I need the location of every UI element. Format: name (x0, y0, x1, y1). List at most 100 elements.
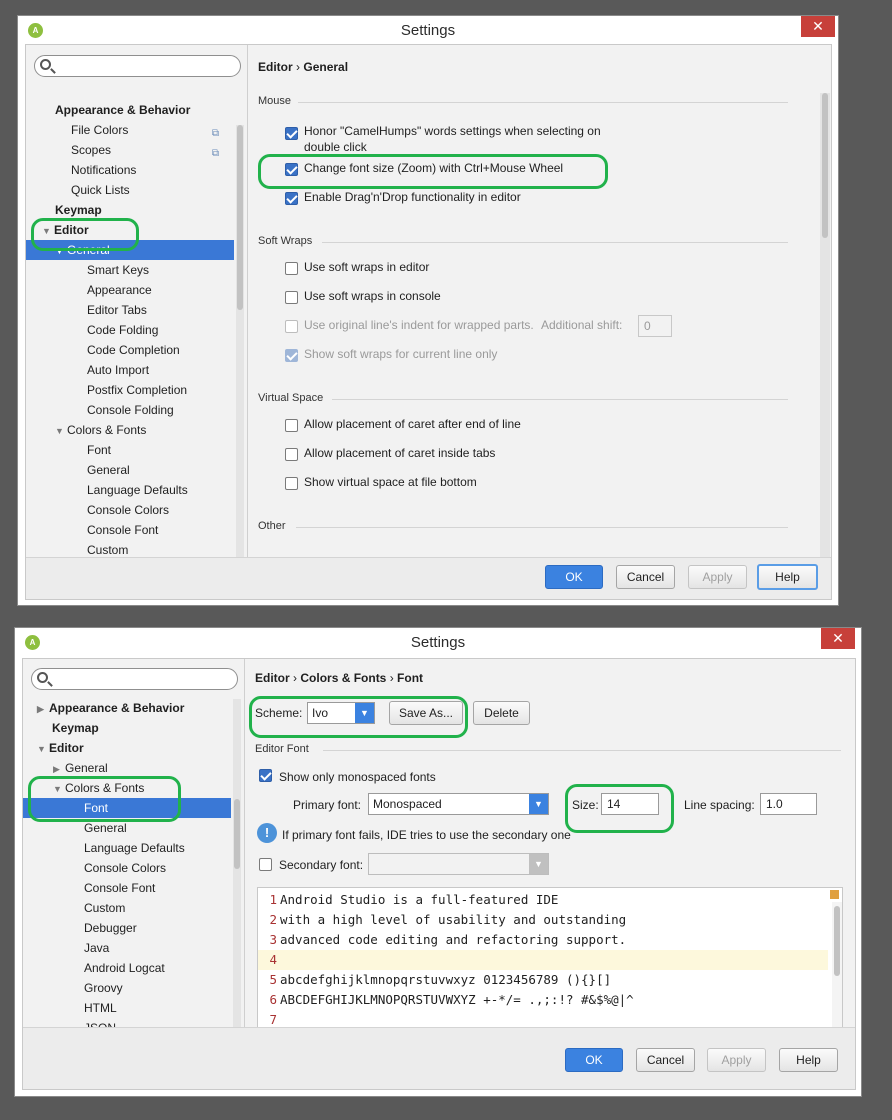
tree-item-groovy[interactable]: Groovy (84, 978, 123, 998)
show-wraps-label: Show soft wraps for current line only (304, 347, 498, 361)
tree-item-appearance[interactable]: Appearance (87, 280, 152, 300)
preview-scrollbar[interactable] (832, 902, 842, 1028)
camelhumps-checkbox[interactable] (285, 127, 298, 140)
apply-button[interactable]: Apply (707, 1048, 766, 1072)
expand-down-icon[interactable]: ▼ (53, 779, 65, 799)
soft-wrap-editor-checkbox[interactable] (285, 262, 298, 275)
tree-scrollbar-thumb[interactable] (234, 799, 240, 869)
tree-item-postfix-completion[interactable]: Postfix Completion (87, 380, 187, 400)
tree-item-android-logcat[interactable]: Android Logcat (84, 958, 165, 978)
tree-item-console-font[interactable]: Console Font (87, 520, 158, 540)
tree-item-label: Quick Lists (71, 183, 130, 197)
tree-item-auto-import[interactable]: Auto Import (87, 360, 149, 380)
dragdrop-checkbox[interactable] (285, 192, 298, 205)
tree-item-debugger[interactable]: Debugger (84, 918, 137, 938)
help-button[interactable]: Help (779, 1048, 838, 1072)
monospaced-checkbox[interactable] (259, 769, 272, 782)
title-bar[interactable]: A Settings ✕ (18, 16, 838, 46)
secondary-font-dropdown[interactable]: ▼ (368, 853, 549, 875)
tree-item-keymap[interactable]: Keymap (52, 718, 99, 738)
tree-scrollbar[interactable] (236, 125, 244, 559)
font-preview-editor[interactable]: 1 Android Studio is a full-featured IDE 2 w… (257, 887, 843, 1029)
tree-item-console-colors[interactable]: Console Colors (84, 858, 166, 878)
help-button[interactable]: Help (757, 564, 818, 590)
line-spacing-field[interactable]: 1.0 (760, 793, 817, 815)
expand-down-icon[interactable]: ▼ (55, 421, 67, 441)
show-wraps-checkbox[interactable] (285, 349, 298, 362)
tree-item-general[interactable]: ▶ General (53, 758, 108, 778)
delete-button[interactable]: Delete (473, 701, 530, 725)
tree-item-colors-fonts[interactable]: ▼ Colors & Fonts (53, 778, 144, 798)
tree-item-label: Keymap (55, 203, 102, 217)
ok-button[interactable]: OK (565, 1048, 623, 1072)
soft-wrap-console-checkbox[interactable] (285, 291, 298, 304)
tree-item-custom[interactable]: Custom (84, 898, 125, 918)
dialog-body: Appearance & Behavior File Colors ⧉ Scopes ⧉… (25, 44, 832, 600)
expand-down-icon[interactable]: ▼ (37, 739, 49, 759)
cancel-button[interactable]: Cancel (616, 565, 675, 589)
chevron-down-icon: ▼ (355, 703, 374, 723)
expand-down-icon[interactable]: ▼ (55, 241, 67, 261)
tree-item-smart-keys[interactable]: Smart Keys (87, 260, 149, 280)
tree-item-editor-tabs[interactable]: Editor Tabs (87, 300, 147, 320)
scheme-dropdown[interactable]: Ivo ▼ (307, 702, 375, 724)
close-button[interactable]: ✕ (801, 16, 835, 37)
caret-tabs-checkbox[interactable] (285, 448, 298, 461)
tree-item-console-colors[interactable]: Console Colors (87, 500, 169, 520)
expand-down-icon[interactable]: ▼ (42, 221, 54, 241)
tree-item-font[interactable]: Font (87, 440, 111, 460)
tree-item-general[interactable]: ▼ General (26, 240, 234, 260)
save-as-button[interactable]: Save As... (389, 701, 463, 725)
tree-item-editor[interactable]: ▼ Editor (37, 738, 84, 758)
tree-scrollbar-thumb[interactable] (237, 125, 243, 310)
tree-item-general[interactable]: General (84, 818, 127, 838)
tree-item-scopes[interactable]: Scopes ⧉ (71, 140, 231, 160)
apply-button[interactable]: Apply (688, 565, 747, 589)
tree-item-language-defaults[interactable]: Language Defaults (87, 480, 188, 500)
tree-item-java[interactable]: Java (84, 938, 109, 958)
tree-item-file-colors[interactable]: File Colors ⧉ (71, 120, 231, 140)
tree-item-html[interactable]: HTML (84, 998, 117, 1018)
content-scrollbar-thumb[interactable] (822, 93, 828, 238)
tree-item-colors-fonts[interactable]: ▼ Colors & Fonts (55, 420, 146, 440)
line-number: 3 (269, 932, 277, 947)
tree-item-console-folding[interactable]: Console Folding (87, 400, 174, 420)
expand-right-icon[interactable]: ▶ (37, 699, 49, 719)
wrap-indent-checkbox[interactable] (285, 320, 298, 333)
content-scrollbar[interactable] (820, 93, 830, 559)
ok-button[interactable]: OK (545, 565, 603, 589)
size-field[interactable]: 14 (601, 793, 659, 815)
close-button[interactable]: ✕ (821, 628, 855, 649)
tree-item-code-completion[interactable]: Code Completion (87, 340, 180, 360)
tree-item-notifications[interactable]: Notifications (71, 160, 136, 180)
tree-item-editor[interactable]: ▼ Editor (42, 220, 89, 240)
breadcrumb-general: General (303, 60, 349, 74)
primary-font-dropdown[interactable]: Monospaced ▼ (368, 793, 549, 815)
search-input[interactable] (31, 668, 238, 690)
caret-end-checkbox[interactable] (285, 419, 298, 432)
dialog-footer: OK Cancel Apply Help (26, 557, 831, 599)
tree-item-quick-lists[interactable]: Quick Lists (71, 180, 130, 200)
preview-scrollbar-thumb[interactable] (834, 906, 840, 976)
tree-item-code-folding[interactable]: Code Folding (87, 320, 158, 340)
cancel-button[interactable]: Cancel (636, 1048, 695, 1072)
wrap-indent-label: Use original line's indent for wrapped p… (304, 318, 534, 332)
tree-item-appearance-behavior[interactable]: Appearance & Behavior (55, 100, 190, 120)
search-input[interactable] (34, 55, 241, 77)
additional-shift-field[interactable]: 0 (638, 315, 672, 337)
tree-item-appearance-behavior[interactable]: ▶ Appearance & Behavior (37, 698, 184, 718)
tree-item-console-font[interactable]: Console Font (84, 878, 155, 898)
tree-scrollbar[interactable] (233, 699, 241, 1029)
tree-item-font[interactable]: Font (23, 798, 231, 818)
tree-item-language-defaults[interactable]: Language Defaults (84, 838, 185, 858)
tree-item-general[interactable]: General (87, 460, 130, 480)
line-number: 6 (269, 992, 277, 1007)
preview-line: 5 abcdefghijklmnopqrstuvwxyz 0123456789 (… (258, 970, 828, 990)
virtual-bottom-checkbox[interactable] (285, 477, 298, 490)
zoom-checkbox[interactable] (285, 163, 298, 176)
expand-right-icon[interactable]: ▶ (53, 759, 65, 779)
tree-item-label: Android Logcat (84, 961, 165, 975)
tree-item-keymap[interactable]: Keymap (55, 200, 102, 220)
secondary-font-checkbox[interactable] (259, 858, 272, 871)
title-bar[interactable]: A Settings ✕ (15, 628, 861, 658)
